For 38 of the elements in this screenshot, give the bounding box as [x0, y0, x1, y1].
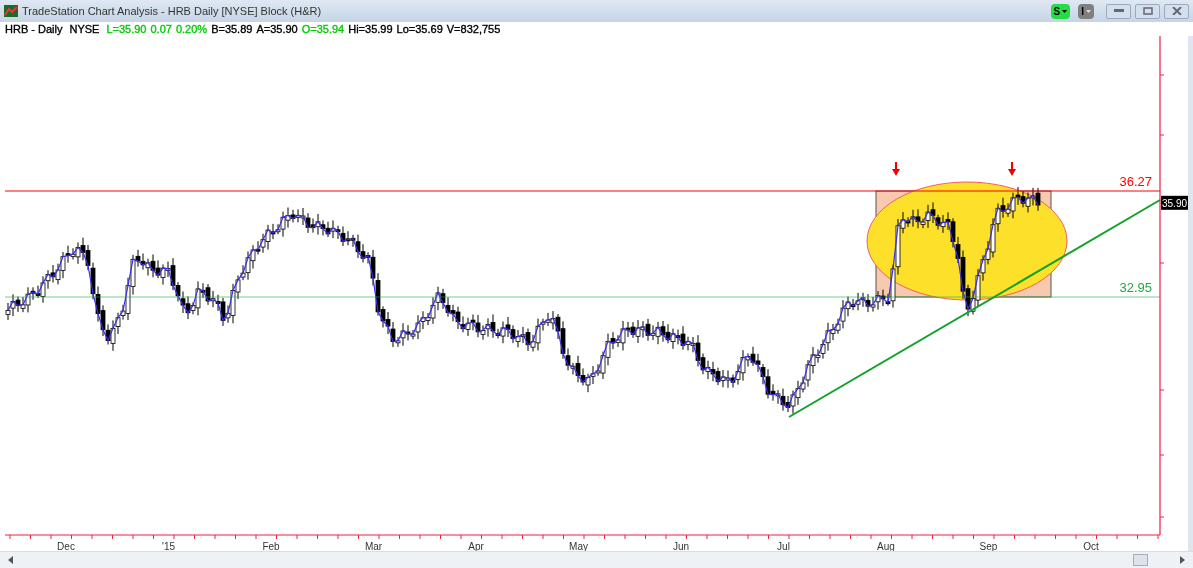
maximize-button[interactable]: [1135, 3, 1160, 19]
quote-field: Lo=35.69: [396, 22, 443, 36]
date-label: Jul: [777, 541, 790, 551]
caret-icon: [1062, 9, 1068, 13]
date-label: Feb: [262, 541, 280, 551]
quote-field: O=35.94: [301, 22, 345, 36]
maximize-icon: [1142, 7, 1153, 15]
scroll-right-icon[interactable]: [1180, 556, 1185, 564]
window-title: TradeStation Chart Analysis - HRB Daily [NYSE] Block (H&R): [22, 3, 322, 19]
quote-field: L=35.90: [106, 22, 147, 36]
quote-field: V=832,755: [446, 22, 501, 36]
app-logo-icon: [4, 5, 18, 17]
minimize-icon: [1113, 9, 1124, 13]
close-button[interactable]: [1164, 3, 1189, 19]
price-level-label: 36.27: [1119, 174, 1152, 189]
down-arrow: [892, 161, 900, 176]
scrollbar-thumb[interactable]: [1133, 554, 1148, 566]
date-label: Jun: [672, 541, 690, 551]
price-level-label: 32.95: [1119, 280, 1152, 295]
last-price-tag: 35.90: [1161, 195, 1188, 210]
date-label: '15: [162, 541, 175, 551]
quote-field: A=35.90: [256, 22, 298, 36]
date-label: Oct: [1083, 541, 1099, 551]
scroll-left-icon[interactable]: [8, 556, 13, 564]
quote-field: 0.20%: [175, 22, 208, 36]
quote-field: Hi=35.99: [348, 22, 393, 36]
close-icon: [1171, 7, 1182, 15]
caret-icon: [1086, 9, 1091, 13]
indicator-button[interactable]: I: [1078, 3, 1094, 19]
minimize-button[interactable]: [1106, 3, 1131, 19]
quote-field: 0.07: [150, 22, 172, 36]
strategy-button[interactable]: S: [1050, 3, 1071, 19]
quote-field: NYSE: [69, 22, 100, 36]
date-label: Mar: [364, 541, 383, 551]
down-arrow: [1008, 161, 1016, 176]
date-label: Dec: [57, 541, 75, 551]
quote-field: B=35.89: [211, 22, 253, 36]
quote-field: HRB - Daily: [5, 22, 63, 36]
